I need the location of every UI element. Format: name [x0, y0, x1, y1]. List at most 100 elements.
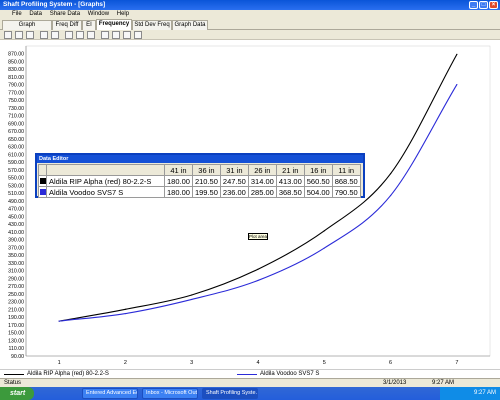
menu-file[interactable]: File — [12, 11, 22, 17]
series-name-cell[interactable]: Aldila Voodoo SVS7 S — [46, 186, 165, 198]
taskbar-item[interactable]: Entered Advanced Ed... — [82, 388, 138, 399]
menu-window[interactable]: Window — [88, 11, 109, 17]
value-cell[interactable]: 413.00 — [275, 175, 305, 187]
header-blank-cell — [46, 164, 165, 176]
chart-legend: Aldila RIP Alpha (red) 80-2.2-S Aldila V… — [0, 369, 500, 378]
tab-ei[interactable]: EI — [82, 20, 96, 30]
x-tick-label: 6 — [389, 360, 392, 366]
table-row[interactable]: Aldila Voodoo SVS7 S 180.00 199.50 236.0… — [38, 186, 361, 198]
axis-icon[interactable] — [15, 31, 23, 39]
table-header-row: 41 in 36 in 31 in 26 in 21 in 16 in 11 i… — [38, 164, 361, 176]
data-point[interactable] — [191, 294, 193, 296]
y-tick-label: 830.00 — [8, 67, 24, 73]
plot-area[interactable] — [25, 45, 491, 357]
maximize-icon[interactable]: □ — [479, 1, 488, 9]
close-icon[interactable]: × — [489, 1, 498, 9]
window-title-bar: Shaft Profiling System - [Graphs] _ □ × — [0, 0, 500, 10]
series-name-cell[interactable]: Aldila RIP Alpha (red) 80-2.2-S — [46, 175, 165, 187]
value-cell[interactable]: 210.50 — [191, 175, 221, 187]
data-point[interactable] — [389, 194, 392, 197]
data-editor-table: 41 in 36 in 31 in 26 in 21 in 16 in 11 i… — [38, 164, 361, 198]
taskbar-item[interactable]: Inbox - Microsoft Out... — [142, 388, 198, 399]
taskbar-item[interactable]: Shaft Profiling Syste... — [202, 388, 258, 399]
copy-icon[interactable] — [4, 31, 12, 39]
tab-std-dev-freq[interactable]: Std Dev Freq — [132, 20, 172, 30]
minimize-icon[interactable]: _ — [469, 1, 478, 9]
y-tick-label: 490.00 — [8, 199, 24, 205]
menu-help[interactable]: Help — [117, 11, 129, 17]
column-header: 21 in — [275, 164, 305, 176]
chart-area[interactable]: 90.00 110.00 130.00 150.00 170.00 190.00 210.0… — [0, 40, 500, 370]
data-point[interactable] — [456, 83, 458, 86]
value-cell[interactable]: 180.00 — [164, 186, 193, 198]
column-header: 11 in — [331, 164, 361, 176]
data-editor-window[interactable]: Data Editor 41 in 36 in 31 in 26 in 21 i… — [35, 153, 365, 198]
value-cell[interactable]: 368.50 — [275, 186, 305, 198]
print-icon[interactable] — [101, 31, 109, 39]
frequency-chart[interactable]: 90.00 110.00 130.00150.00 170.00 190.00 210.0… — [0, 40, 500, 370]
y-tick-label: 190.00 — [8, 315, 24, 321]
value-cell[interactable]: 560.50 — [303, 175, 333, 187]
y-tick-label: 690.00 — [8, 121, 24, 127]
value-cell[interactable]: 199.50 — [191, 186, 221, 198]
clock: 9:27 AM — [473, 390, 496, 396]
data-point[interactable] — [456, 53, 458, 55]
start-button[interactable]: start — [0, 387, 34, 400]
data-point[interactable] — [191, 298, 193, 301]
data-point[interactable] — [58, 320, 60, 322]
x-tick-label: 2 — [124, 360, 127, 366]
tab-graph-parameters[interactable]: Graph Parameters — [2, 20, 52, 37]
data-point[interactable] — [124, 312, 127, 315]
y-tick-label: 170.00 — [8, 323, 24, 329]
list-icon[interactable] — [87, 31, 95, 39]
table-row[interactable]: Aldila RIP Alpha (red) 80-2.2-S 180.00 2… — [38, 175, 361, 187]
value-cell[interactable]: 314.00 — [247, 175, 277, 187]
menu-data[interactable]: Data — [29, 11, 42, 17]
value-cell[interactable]: 285.00 — [247, 186, 277, 198]
data-point[interactable] — [323, 247, 325, 249]
value-cell[interactable]: 868.50 — [331, 175, 361, 187]
value-cell[interactable]: 790.50 — [331, 186, 361, 198]
color-fill-icon[interactable] — [40, 31, 48, 39]
zoom-icon[interactable] — [112, 31, 120, 39]
y-tick-label: 650.00 — [8, 137, 24, 143]
help-icon[interactable] — [134, 31, 142, 39]
series-color-cell — [38, 175, 47, 187]
y-tick-label: 410.00 — [8, 230, 24, 236]
chevron-down-icon[interactable] — [26, 31, 34, 39]
menu-share-data[interactable]: Share Data — [50, 11, 80, 17]
data-editor-title: Data Editor — [37, 155, 363, 163]
y-tick-label: 470.00 — [8, 207, 24, 213]
x-tick-label: 5 — [323, 360, 326, 366]
data-point[interactable] — [389, 173, 392, 175]
data-point[interactable] — [124, 308, 127, 310]
tab-freq-diff[interactable]: Freq Diff — [52, 20, 82, 30]
y-tick-label: 850.00 — [8, 59, 24, 65]
menu-bar: File Data Share Data Window Help — [0, 10, 500, 19]
grid-icon[interactable] — [65, 31, 73, 39]
value-cell[interactable]: 236.00 — [219, 186, 249, 198]
table-icon[interactable] — [76, 31, 84, 39]
y-tick-label: 730.00 — [8, 106, 24, 112]
tab-frequency[interactable]: Frequency — [96, 19, 132, 30]
y-tick-label: 770.00 — [8, 90, 24, 96]
legend-line-swatch — [4, 374, 24, 375]
settings-icon[interactable] — [123, 31, 131, 39]
value-cell[interactable]: 180.00 — [164, 175, 193, 187]
y-tick-label: 250.00 — [8, 292, 24, 298]
y-tick-label: 210.00 — [8, 307, 24, 313]
column-header: 41 in — [164, 164, 193, 176]
series-color-cell — [38, 186, 47, 198]
x-tick-label: 3 — [190, 360, 193, 366]
y-tick-label: 870.00 — [8, 52, 24, 58]
value-cell[interactable]: 247.50 — [219, 175, 249, 187]
value-cell[interactable]: 504.00 — [303, 186, 333, 198]
data-point[interactable] — [323, 230, 325, 232]
x-tick-label: 1 — [58, 360, 61, 366]
data-point[interactable] — [257, 268, 259, 270]
chevron-down-icon[interactable] — [51, 31, 59, 39]
data-point[interactable] — [257, 279, 259, 282]
y-tick-label: 450.00 — [8, 214, 24, 220]
y-tick-label: 590.00 — [8, 160, 24, 166]
tab-graph-data[interactable]: Graph Data — [172, 20, 208, 30]
